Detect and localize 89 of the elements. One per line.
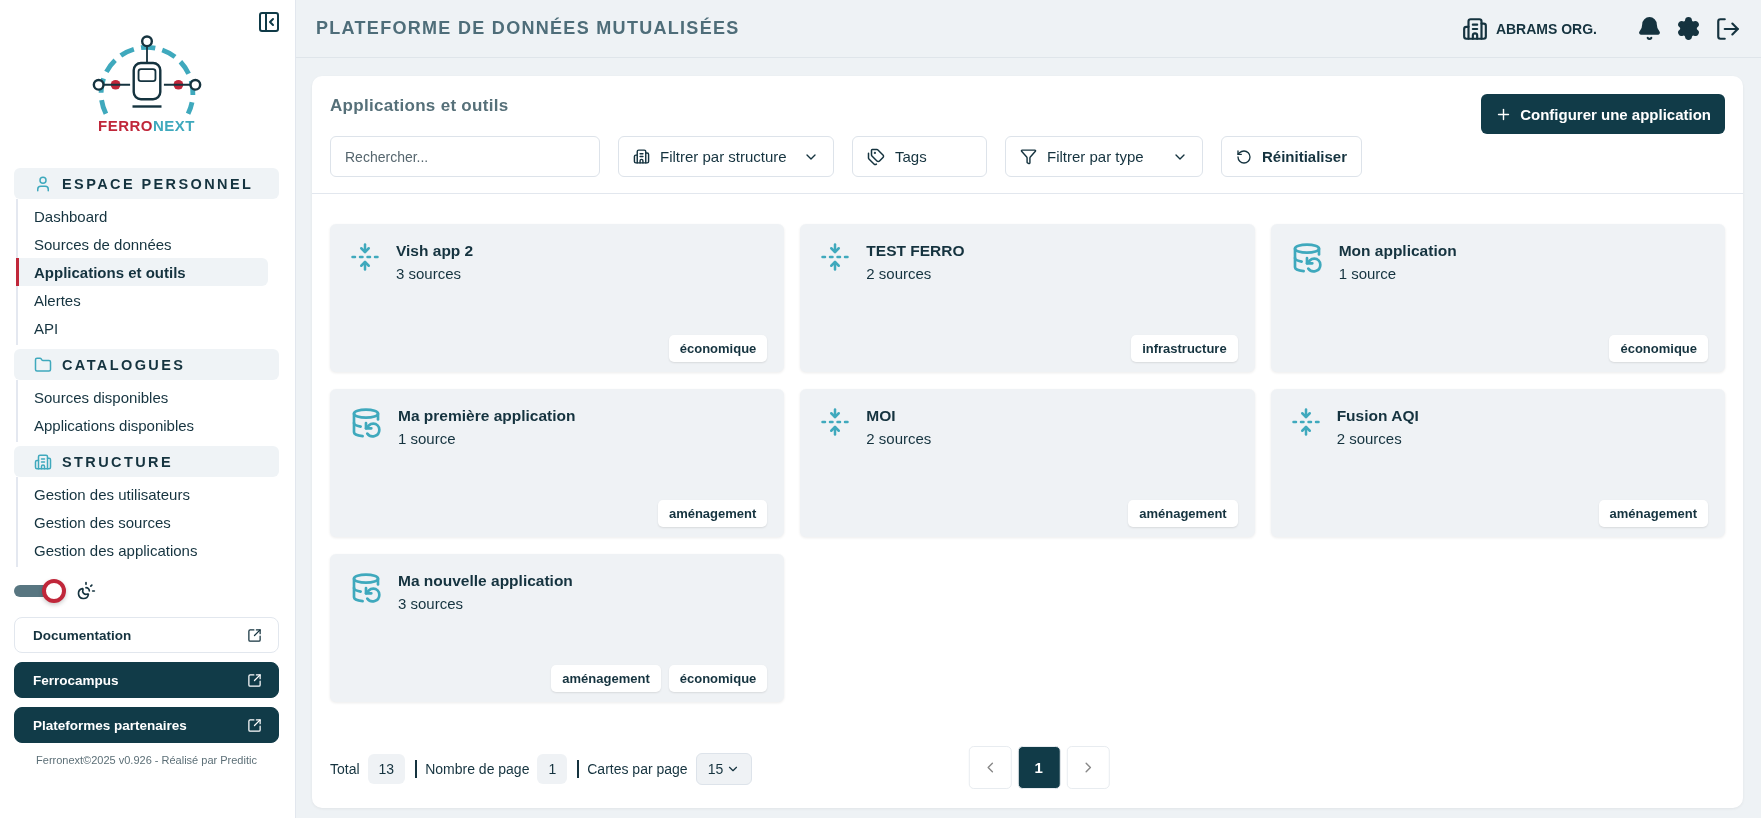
filter-dropdown[interactable]: Filtrer par type [1005,136,1203,177]
section-title: ESPACE PERSONNEL [62,175,254,192]
section-title: CATALOGUES [62,356,186,373]
nav-item[interactable]: Gestion des applications [16,536,268,564]
tag: aménagement [1128,500,1238,527]
nav-item[interactable]: API [16,314,268,342]
application-name: Ma première application [398,407,576,425]
page-title: PLATEFORME DE DONNÉES MUTUALISÉES [316,18,741,39]
external-link-icon [247,672,262,688]
database-icon [350,572,382,604]
panel-title: Applications et outils [330,96,509,116]
nav-item[interactable]: Gestion des sources [16,508,268,536]
section-header[interactable]: ESPACE PERSONNEL [14,168,279,199]
tag: aménagement [657,500,768,527]
application-card[interactable]: Mon application 1 source économique [1270,224,1725,372]
tag: aménagement [551,665,661,692]
application-card[interactable]: TEST FERRO 2 sources infrastructure [800,224,1255,372]
source-count: 2 sources [866,265,933,282]
source-count: 3 sources [398,595,465,612]
section-title: STRUCTURE [62,453,173,470]
filter-dropdown[interactable]: Tags [852,136,987,177]
application-name: Ma nouvelle application [398,572,573,590]
external-link-button[interactable]: Documentation [14,617,279,653]
reset-icon [1236,148,1252,165]
application-name: TEST FERRO [866,242,965,260]
configure-application-button[interactable]: Configurer une application [1481,94,1725,134]
section-header[interactable]: STRUCTURE [14,446,279,477]
database-icon [350,407,382,439]
per-page-dropdown[interactable]: 15 [695,753,753,785]
total-label: Total [330,761,360,777]
nav-item[interactable]: Applications et outils [16,258,268,286]
footer-text: Ferronext©2025 v0.926 - Réalisé par Preditic [35,754,258,766]
page-count: 1 [537,754,568,784]
building-icon [633,148,650,165]
nav-item[interactable]: Sources de données [16,230,268,258]
collapse-sidebar-button[interactable] [257,10,281,34]
total-count: 13 [367,754,406,784]
tags-icon [867,147,885,166]
application-card[interactable]: Ma nouvelle application 3 sources aménagement économique [330,554,785,702]
application-card[interactable]: Fusion AQI 2 sources aménagement [1270,389,1725,537]
application-name: Fusion AQI [1336,407,1419,425]
application-name: Vish app 2 [396,242,474,260]
arrows-converging-icon [820,242,851,272]
nav-item[interactable]: Gestion des utilisateurs [16,480,268,508]
notifications-button[interactable] [1637,16,1662,41]
source-count: 3 sources [396,265,463,282]
external-link-icon [247,627,262,643]
arrows-converging-icon [350,242,380,272]
folder-icon [34,355,52,374]
application-card[interactable]: MOI 2 sources aménagement [800,389,1255,537]
per-page-label: Cartes par page [587,761,688,777]
nav-item[interactable]: Sources disponibles [16,383,268,411]
source-count: 1 source [1338,265,1398,282]
filter-icon [1020,148,1037,165]
page-count-label: Nombre de page [425,761,530,777]
contrast-icon [76,581,96,601]
theme-toggle[interactable] [14,579,66,603]
settings-button[interactable] [1676,16,1701,41]
tag: aménagement [1598,500,1708,527]
arrows-converging-icon [820,407,851,437]
arrows-converging-icon [1290,407,1321,437]
external-link-button[interactable]: Plateformes partenaires [14,707,279,743]
filter-dropdown[interactable]: Filtrer par structure [618,136,834,177]
application-name: Mon application [1338,242,1457,260]
logo-wordmark: FERRONEXT [98,117,195,134]
user-icon [34,174,52,193]
tag: économique [668,665,768,692]
nav-item[interactable]: Alertes [16,286,268,314]
tag: économique [668,335,768,362]
nav-item[interactable]: Applications disponibles [16,411,268,439]
tag: infrastructure [1131,335,1238,362]
section-header[interactable]: CATALOGUES [14,349,279,380]
nav-item[interactable]: Dashboard [16,202,268,230]
building-icon [34,452,52,471]
organization-name: ABRAMS ORG. [1495,20,1597,37]
source-count: 2 sources [1336,430,1403,447]
source-count: 1 source [398,430,457,447]
source-count: 2 sources [866,430,932,447]
tag: économique [1609,335,1708,362]
external-link-button[interactable]: Ferrocampus [14,662,279,698]
application-name: MOI [866,407,897,425]
building-icon [1461,15,1488,42]
reset-button[interactable]: Réinitialiser [1221,136,1363,177]
application-card[interactable]: Vish app 2 3 sources économique [330,224,785,372]
page-button[interactable]: 1 [1017,746,1061,789]
application-card[interactable]: Ma première application 1 source aménagement [330,389,785,537]
logout-button[interactable] [1715,15,1741,42]
search-field[interactable]: Rechercher... [330,136,600,177]
external-link-icon [247,717,262,733]
